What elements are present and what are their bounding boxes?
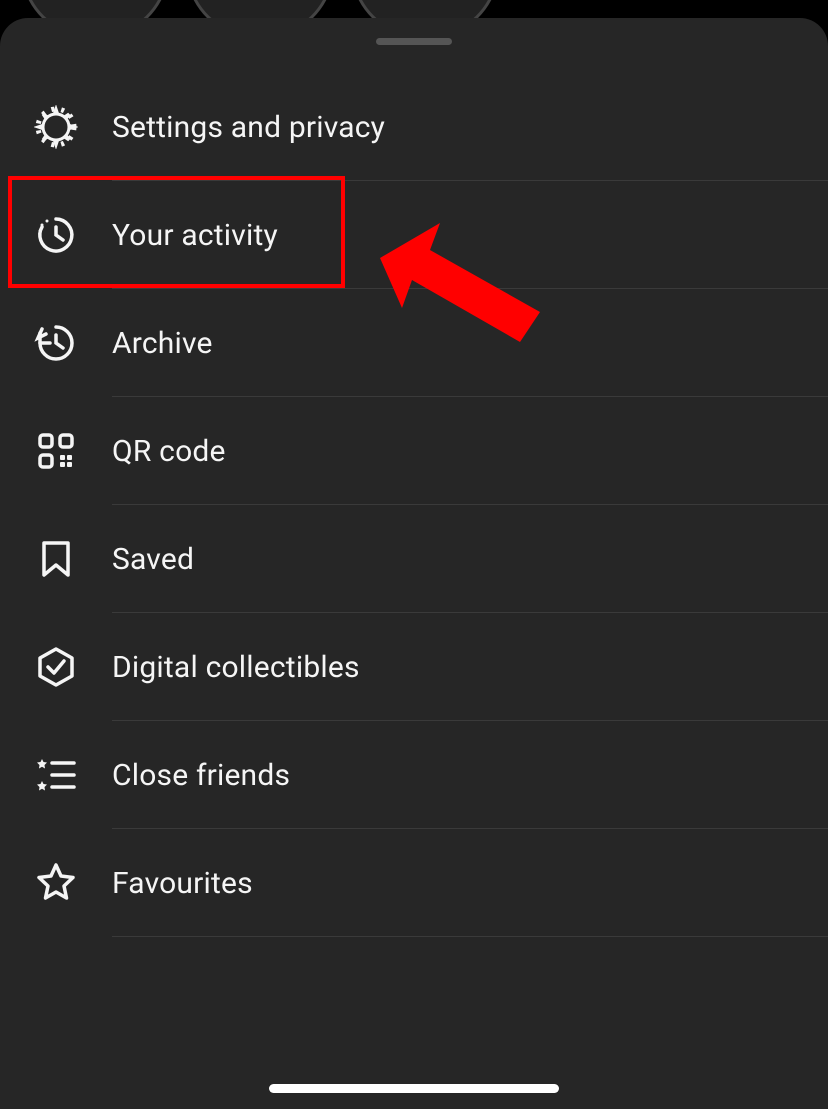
menu-label: Digital collectibles	[112, 650, 360, 685]
home-indicator[interactable]	[269, 1084, 559, 1093]
background-stories-strip	[0, 0, 828, 20]
collectibles-icon	[34, 645, 78, 689]
close-friends-icon	[34, 753, 78, 797]
menu-label: Archive	[112, 326, 213, 361]
saved-icon	[34, 537, 78, 581]
menu-item-favourites[interactable]: Favourites	[0, 829, 828, 937]
qr-code-icon	[34, 429, 78, 473]
bottom-sheet: Settings and privacy Your activity	[0, 18, 828, 1109]
menu-label: Saved	[112, 542, 194, 577]
menu-item-saved[interactable]: Saved	[0, 505, 828, 613]
menu-label: QR code	[112, 434, 226, 469]
menu-item-close-friends[interactable]: Close friends	[0, 721, 828, 829]
menu-label: Close friends	[112, 758, 290, 793]
menu-label: Your activity	[112, 218, 278, 253]
settings-icon	[34, 105, 78, 149]
menu-label: Settings and privacy	[112, 110, 385, 145]
menu-label: Favourites	[112, 866, 253, 901]
favourites-icon	[34, 861, 78, 905]
activity-icon	[34, 213, 78, 257]
menu-item-your-activity[interactable]: Your activity	[0, 181, 828, 289]
divider	[112, 936, 828, 937]
menu-item-settings[interactable]: Settings and privacy	[0, 73, 828, 181]
sheet-grabber[interactable]	[376, 38, 452, 45]
menu-item-digital-collectibles[interactable]: Digital collectibles	[0, 613, 828, 721]
archive-icon	[34, 321, 78, 365]
menu-item-archive[interactable]: Archive	[0, 289, 828, 397]
menu-item-qr-code[interactable]: QR code	[0, 397, 828, 505]
